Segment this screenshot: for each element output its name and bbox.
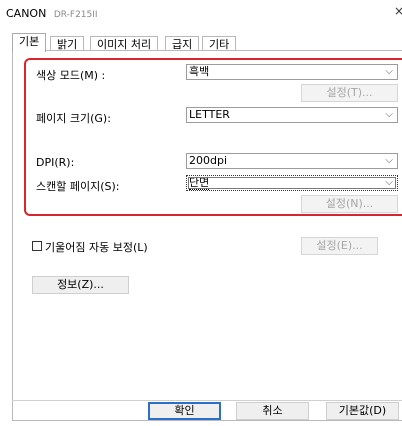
page-size-label: 페이지 크기(G): (36, 112, 111, 125)
tab-bar: 기본 밝기 이미지 처리 급지 기타 (0, 28, 402, 52)
window-title: CANON DR-F215II (6, 7, 98, 20)
color-mode-select[interactable]: 흑백 ⌵ (186, 64, 398, 80)
deskew-label: 기울어짐 자동 보정(L) (45, 241, 148, 254)
color-mode-value: 흑백 (189, 65, 210, 78)
scan-side-value: 단면 (189, 176, 210, 190)
color-mode-label: 색상 모드(M) : (36, 69, 106, 82)
scan-side-select[interactable]: 단면 ⌵ (186, 175, 398, 191)
footer-divider (12, 400, 402, 401)
chevron-down-icon: ⌵ (385, 177, 393, 188)
color-mode-settings-button[interactable]: 설정(T)... (301, 84, 398, 102)
cancel-button[interactable]: 취소 (236, 402, 309, 420)
chevron-down-icon: ⌵ (385, 66, 393, 77)
info-button[interactable]: 정보(Z)... (32, 276, 129, 294)
dpi-select[interactable]: 200dpi ⌵ (186, 153, 398, 169)
model-name: DR-F215II (53, 10, 98, 20)
deskew-settings-button[interactable]: 설정(E)... (301, 237, 378, 255)
dpi-label: DPI(R): (36, 156, 75, 169)
chevron-down-icon: ⌵ (385, 155, 393, 166)
chevron-down-icon: ⌵ (385, 109, 393, 120)
default-button[interactable]: 기본값(D) (326, 402, 399, 420)
scan-side-settings-button[interactable]: 설정(N)... (301, 195, 398, 213)
ok-button[interactable]: 확인 (148, 402, 221, 420)
page-size-select[interactable]: LETTER ⌵ (186, 107, 398, 123)
tab-divider (12, 50, 402, 51)
deskew-checkbox[interactable] (32, 241, 42, 251)
tab-basic[interactable]: 기본 (12, 33, 47, 52)
dpi-value: 200dpi (189, 154, 228, 167)
scan-side-label: 스캔할 페이지(S): (36, 180, 120, 193)
close-icon[interactable]: × (394, 4, 402, 18)
brand-name: CANON (6, 7, 47, 20)
page-size-value: LETTER (189, 108, 230, 121)
